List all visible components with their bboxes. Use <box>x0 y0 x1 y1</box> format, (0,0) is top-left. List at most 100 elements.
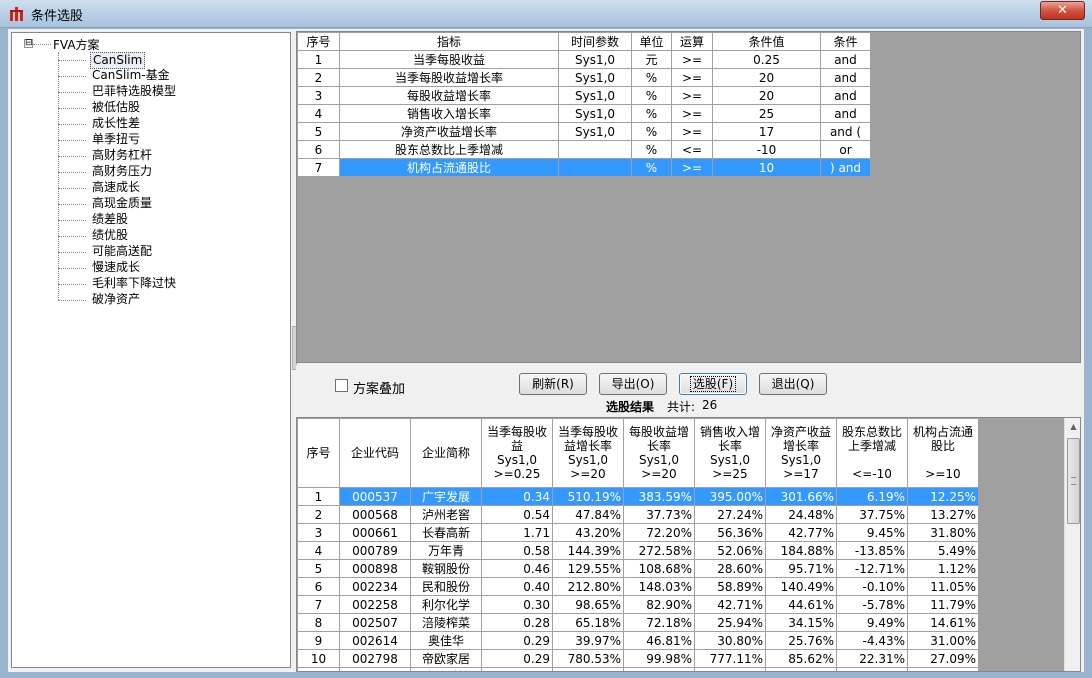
condition-cell[interactable]: 25 <box>712 104 821 123</box>
result-cell[interactable]: 0.39 <box>481 667 553 671</box>
result-cell[interactable]: 002859 <box>339 667 411 671</box>
condition-cell[interactable]: >= <box>671 122 713 141</box>
result-cell[interactable]: 5.91% <box>907 667 979 671</box>
result-cell[interactable]: 0.58 <box>481 541 553 560</box>
condition-row[interactable]: 2 当季每股收益增长率 Sys1,0% >= 20 and <box>297 68 871 87</box>
condition-cell[interactable]: >= <box>671 86 713 105</box>
close-button[interactable]: ✕ <box>1040 1 1085 20</box>
result-cell[interactable]: 44.35% <box>694 667 766 671</box>
result-cell[interactable]: 94.26% <box>552 667 624 671</box>
condition-cell[interactable]: 元 <box>631 50 672 69</box>
result-cell[interactable]: 6.19% <box>836 487 908 506</box>
condition-cell[interactable]: % <box>631 158 672 177</box>
condition-cell[interactable]: % <box>631 104 672 123</box>
result-cell[interactable]: 129.55% <box>552 559 624 578</box>
result-cell[interactable]: 002234 <box>339 577 411 596</box>
result-cell[interactable]: 0.40 <box>481 577 553 596</box>
condition-row[interactable]: 1 当季每股收益 Sys1,0 元 >= 0.25 and <box>297 50 871 69</box>
result-cell[interactable]: 0.34 <box>481 487 553 506</box>
condition-cell[interactable]: % <box>631 122 672 141</box>
condition-column-header[interactable]: 运算 <box>671 32 713 51</box>
result-cell[interactable]: 510.19% <box>552 487 624 506</box>
result-column-header[interactable]: 净资产收益 增长率 Sys1,0 >=17 <box>765 418 837 488</box>
export-button[interactable]: 导出(O) <box>599 373 667 395</box>
result-cell[interactable]: 帝欧家居 <box>410 649 482 668</box>
result-cell[interactable]: 24.48% <box>765 505 837 524</box>
result-cell[interactable]: -12.71% <box>836 559 908 578</box>
result-cell[interactable]: 002798 <box>339 649 411 668</box>
condition-cell[interactable]: 机构占流通股比 <box>339 158 559 177</box>
condition-cell[interactable] <box>558 158 632 177</box>
condition-cell[interactable]: >= <box>671 50 713 69</box>
collapse-icon[interactable]: ⊟ <box>24 39 33 48</box>
condition-cell[interactable]: 17 <box>712 122 821 141</box>
condition-cell[interactable]: 2 <box>297 68 340 87</box>
result-cell[interactable]: 56.36% <box>694 523 766 542</box>
condition-cell[interactable]: 20 <box>712 86 821 105</box>
scroll-thumb[interactable] <box>1067 438 1080 524</box>
condition-cell[interactable]: % <box>631 68 672 87</box>
condition-cell[interactable]: Sys1,0 <box>558 122 632 141</box>
result-cell[interactable]: 6 <box>297 577 340 596</box>
result-row[interactable]: 3 000661 长春高新 1.71 43.20% 72.20% 56.36% 42.77% 9… <box>297 523 979 542</box>
condition-cell[interactable]: and <box>820 86 871 105</box>
result-cell[interactable]: 44.61% <box>765 595 837 614</box>
condition-column-header[interactable]: 条件值 <box>712 32 821 51</box>
result-cell[interactable]: 1.12% <box>907 559 979 578</box>
result-row[interactable]: 1 000537 广宇发展 0.34 510.19% 383.59% 395.00% 301.… <box>297 487 979 506</box>
result-cell[interactable]: 55.48% <box>623 667 695 671</box>
result-row[interactable]: 7 002258 利尔化学 0.30 98.65% 82.90% 42.71% 44.61% -… <box>297 595 979 614</box>
result-cell[interactable]: 9.45% <box>836 523 908 542</box>
condition-cell[interactable]: ) and <box>820 158 871 177</box>
result-cell[interactable]: -5.78% <box>836 595 908 614</box>
condition-cell[interactable]: 4 <box>297 104 340 123</box>
condition-cell[interactable]: >= <box>671 68 713 87</box>
result-cell[interactable]: 98.65% <box>552 595 624 614</box>
result-cell[interactable]: 民和股份 <box>410 577 482 596</box>
result-column-header[interactable]: 股东总数比 上季增减 <=-10 <box>836 418 908 488</box>
result-cell[interactable]: 34.15% <box>765 613 837 632</box>
condition-cell[interactable]: 3 <box>297 86 340 105</box>
result-column-header[interactable]: 机构占流通 股比 >=10 <box>907 418 979 488</box>
condition-cell[interactable]: Sys1,0 <box>558 104 632 123</box>
result-column-header[interactable]: 当季每股收 益增长率 Sys1,0 >=20 <box>552 418 624 488</box>
result-cell[interactable]: 34.12% <box>765 667 837 671</box>
result-column-header[interactable]: 销售收入增 长率 Sys1,0 >=25 <box>694 418 766 488</box>
condition-cell[interactable]: and ( <box>820 122 871 141</box>
condition-cell[interactable]: 每股收益增长率 <box>339 86 559 105</box>
result-row[interactable]: 4 000789 万年青 0.58 144.39% 272.58% 52.06% 184.88… <box>297 541 979 560</box>
condition-row[interactable]: 5 净资产收益增长率 Sys1,0% >= 17 and ( <box>297 122 871 141</box>
result-cell[interactable]: 777.11% <box>694 649 766 668</box>
result-cell[interactable]: 37.73% <box>623 505 695 524</box>
result-cell[interactable]: 万年青 <box>410 541 482 560</box>
condition-row[interactable]: 3 每股收益增长率 Sys1,0% >= 20 and <box>297 86 871 105</box>
condition-cell[interactable]: 当季每股收益 <box>339 50 559 69</box>
result-cell[interactable]: 3 <box>297 523 340 542</box>
result-cell[interactable]: 0.28 <box>481 613 553 632</box>
result-cell[interactable]: 5 <box>297 559 340 578</box>
result-cell[interactable]: 212.80% <box>552 577 624 596</box>
condition-row[interactable]: 6 股东总数比上季增减% <= -10 or <box>297 140 871 159</box>
condition-cell[interactable]: Sys1,0 <box>558 68 632 87</box>
result-cell[interactable]: 148.03% <box>623 577 695 596</box>
result-cell[interactable]: 395.00% <box>694 487 766 506</box>
condition-cell[interactable]: 7 <box>297 158 340 177</box>
result-cell[interactable]: 27.09% <box>907 649 979 668</box>
condition-column-header[interactable]: 单位 <box>631 32 672 51</box>
condition-cell[interactable]: >= <box>671 158 713 177</box>
condition-column-header[interactable]: 指标 <box>339 32 559 51</box>
result-cell[interactable]: 85.62% <box>765 649 837 668</box>
result-column-header[interactable]: 每股收益增 长率 Sys1,0 >=20 <box>623 418 695 488</box>
result-row[interactable]: 8 002507 涪陵榨菜 0.28 65.18% 72.18% 25.94% 34.15% 9… <box>297 613 979 632</box>
result-cell[interactable]: 39.97% <box>552 631 624 650</box>
result-cell[interactable]: 27.24% <box>694 505 766 524</box>
result-cell[interactable]: 37.75% <box>836 505 908 524</box>
result-row[interactable]: 9 002614 奥佳华 0.29 39.97% 46.81% 30.80% 25.76% -4… <box>297 631 979 650</box>
condition-cell[interactable]: 10 <box>712 158 821 177</box>
exit-button[interactable]: 退出(Q) <box>759 373 827 395</box>
result-cell[interactable]: 0.29 <box>481 631 553 650</box>
condition-cell[interactable]: -10 <box>712 140 821 159</box>
condition-cell[interactable]: Sys1,0 <box>558 86 632 105</box>
condition-cell[interactable]: <= <box>671 140 713 159</box>
result-cell[interactable]: 12.25% <box>907 487 979 506</box>
